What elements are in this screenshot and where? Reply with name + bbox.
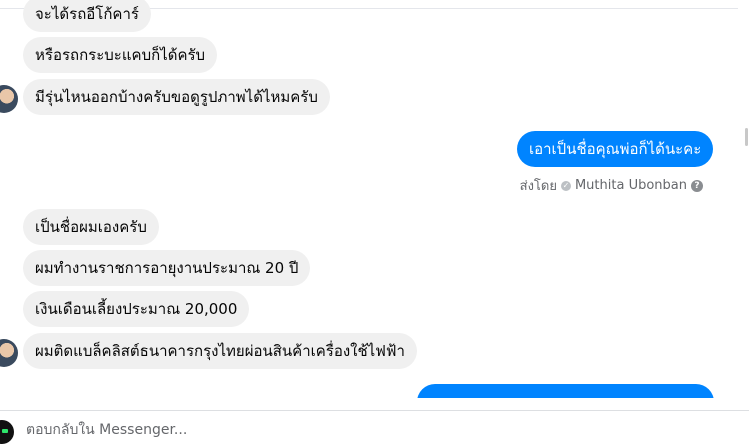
outgoing-message-partial [417,384,714,398]
incoming-message: ผมติดแบล็คลิสต์ธนาคารกรุงไทยผ่อนสินค้าเค… [23,333,417,369]
reply-composer [0,410,749,446]
incoming-message: เป็นชื่อผมเองครับ [23,209,159,245]
user-avatar [0,420,14,444]
sent-by-prefix: ส่งโดย [519,179,557,194]
contact-avatar[interactable] [0,339,18,367]
check-circle-icon: ✓ [560,180,571,191]
reply-input[interactable] [26,419,736,441]
sender-name[interactable]: Muthita Ubonban [575,178,687,193]
incoming-message: ผมทำงานราชการอายุงานประมาณ 20 ปี [23,250,311,286]
outgoing-message: เอาเป็นชื่อคุณพ่อก็ได้นะคะ [517,131,714,167]
scrollbar-track[interactable] [738,0,749,410]
help-circle-icon[interactable]: ? [691,179,703,192]
incoming-message: มีรุ่นไหนออกบ้างครับขอดูรูปภาพได้ไหมครับ [23,79,330,115]
incoming-message: เงินเดือนเลี้ยงประมาณ 20,000 [23,291,250,327]
incoming-message: หรือรถกระบะแคบก็ได้ครับ [23,37,218,73]
message-thread[interactable]: จะได้รถอีโก้คาร์ หรือรถกระบะแคบก็ได้ครับ… [0,0,738,398]
scrollbar-thumb[interactable] [745,128,748,146]
incoming-message: จะได้รถอีโก้คาร์ [23,0,151,32]
contact-avatar[interactable] [0,85,18,113]
sent-by-label: ส่งโดย ✓ Muthita Ubonban ? [520,175,703,196]
